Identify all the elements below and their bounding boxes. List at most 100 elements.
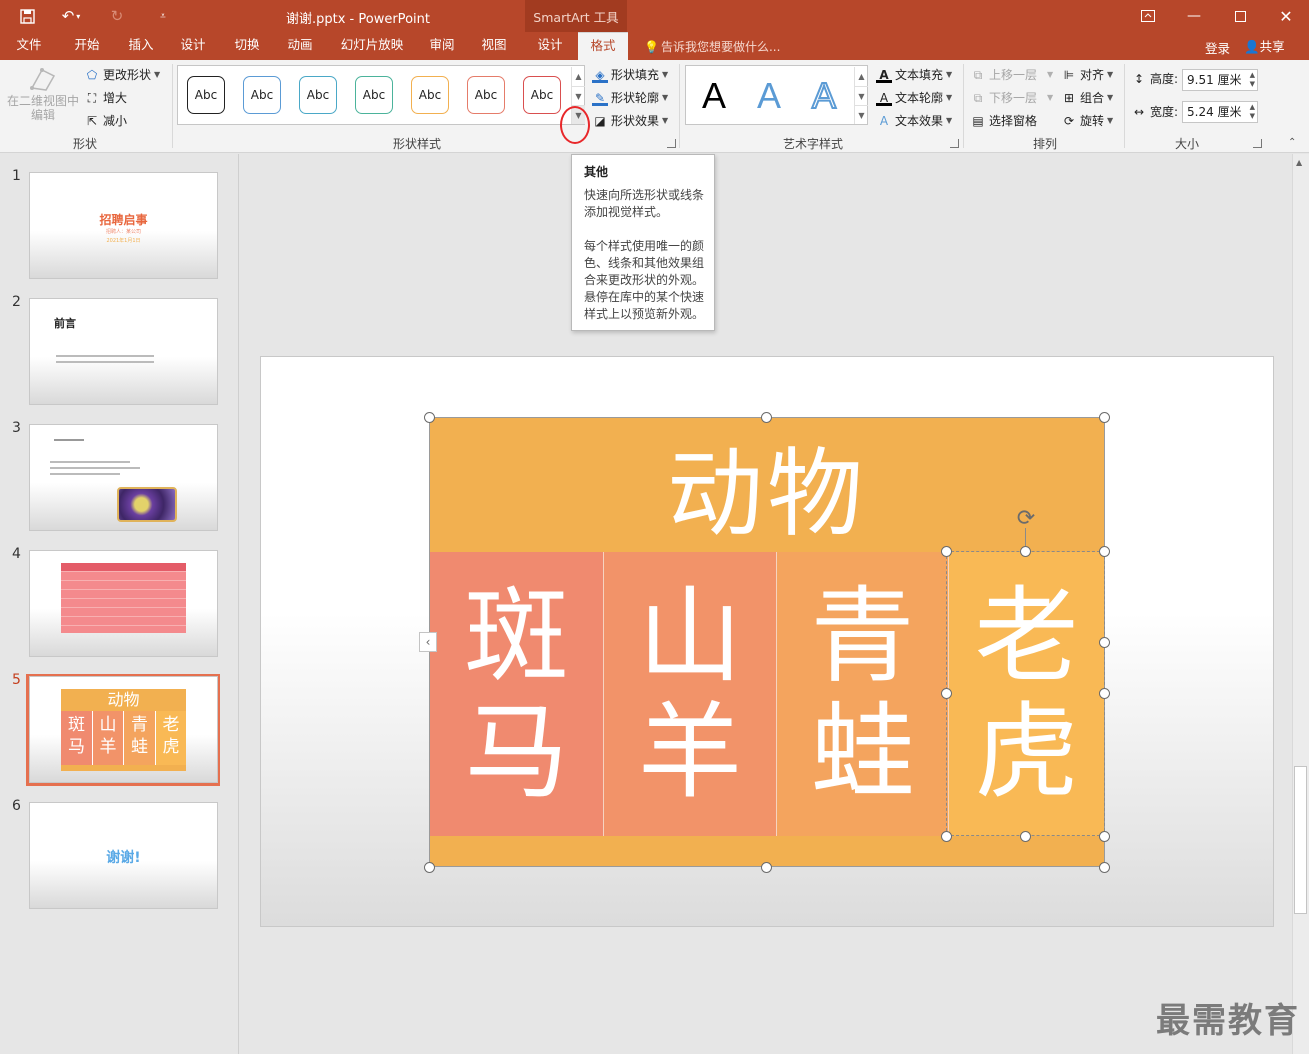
wordart-scroll-down-icon[interactable]: ▼	[854, 86, 868, 105]
resize-handle[interactable]	[1099, 412, 1110, 423]
resize-handle[interactable]	[424, 412, 435, 423]
align-button[interactable]: ⊫ 对齐 ▼	[1061, 66, 1113, 83]
tab-animations[interactable]: 动画	[279, 32, 321, 60]
size-launcher-icon[interactable]	[1253, 139, 1262, 148]
size-group-label: 大小	[1174, 137, 1199, 151]
shape-effects-label: 形状效果	[611, 114, 660, 128]
larger-button[interactable]: ⛶ 增大	[84, 89, 127, 106]
shape-resize-handle[interactable]	[1099, 546, 1110, 557]
tab-file[interactable]: 文件	[8, 32, 50, 60]
resize-handle[interactable]	[424, 862, 435, 873]
bring-forward-button[interactable]: ⧉ 上移一层 ▼	[970, 66, 1053, 83]
shape-style-3[interactable]: Abc	[299, 76, 337, 114]
share-button[interactable]: 👤共享	[1244, 36, 1285, 55]
slide-thumbnail-2[interactable]: 前言	[29, 298, 218, 405]
text-pane-toggle-icon[interactable]: ‹	[419, 632, 437, 652]
tab-home[interactable]: 开始	[66, 32, 108, 60]
rotate-handle-icon[interactable]: ⟳	[1013, 506, 1039, 532]
scroll-up-icon[interactable]: ▲	[1296, 158, 1302, 167]
shape-resize-handle[interactable]	[1099, 688, 1110, 699]
slide-thumbnail-3[interactable]	[29, 424, 218, 531]
text-fill-button[interactable]: A 文本填充 ▼	[876, 66, 952, 83]
collapse-ribbon-icon[interactable]: ⌃	[1288, 137, 1296, 148]
slide-thumbnail-4[interactable]	[29, 550, 218, 657]
tab-transitions[interactable]: 切换	[226, 32, 268, 60]
selection-pane-button[interactable]: ▤ 选择窗格	[970, 112, 1037, 129]
gallery-scroll-up-icon[interactable]: ▲	[571, 67, 585, 86]
wordart-style-3[interactable]: A	[804, 74, 844, 117]
undo-icon[interactable]: ↶ ▾	[58, 4, 84, 28]
tab-review[interactable]: 审阅	[421, 32, 463, 60]
resize-handle[interactable]	[1099, 862, 1110, 873]
change-shape-button[interactable]: ⬠ 更改形状 ▼	[84, 66, 160, 83]
tab-smartart-design[interactable]: 设计	[529, 32, 571, 60]
wordart-group-label: 艺术字样式	[782, 137, 843, 151]
wordart-scroll-up-icon[interactable]: ▲	[854, 67, 868, 86]
slide-thumbnail-6[interactable]: 谢谢!	[29, 802, 218, 909]
shape-styles-launcher-icon[interactable]	[667, 139, 676, 148]
shape-resize-handle[interactable]	[941, 688, 952, 699]
shape-style-4[interactable]: Abc	[355, 76, 393, 114]
height-input[interactable]: 9.51 厘米 ▲ ▼	[1182, 69, 1258, 91]
height-label-wrap: ↕ 高度:	[1131, 70, 1178, 87]
tell-me-box[interactable]: 💡 告诉我您想要做什么...	[644, 38, 780, 55]
text-effects-button[interactable]: A 文本效果 ▼	[876, 112, 952, 129]
resize-handle[interactable]	[761, 862, 772, 873]
customize-quick-access-icon[interactable]: ⩡	[150, 4, 176, 28]
slide-thumbnail-1[interactable]: 招聘启事 招聘人：某公司 2021年1月1日	[29, 172, 218, 279]
maximize-icon[interactable]	[1217, 0, 1263, 32]
vertical-scrollbar[interactable]: ▲	[1292, 154, 1309, 1054]
tab-view[interactable]: 视图	[473, 32, 515, 60]
smartart-cell-frog[interactable]: 青 蛙	[776, 552, 948, 836]
text-outline-button[interactable]: A 文本轮廓 ▼	[876, 89, 952, 106]
shape-resize-handle[interactable]	[1020, 831, 1031, 842]
shape-style-6[interactable]: Abc	[467, 76, 505, 114]
shape-style-2[interactable]: Abc	[243, 76, 281, 114]
tab-insert[interactable]: 插入	[120, 32, 162, 60]
smartart-header-shape[interactable]: 动物	[430, 418, 1104, 552]
login-link[interactable]: 登录	[1205, 38, 1230, 57]
edit-in-2d-button[interactable]: 在二维视图中编辑	[6, 64, 80, 128]
wordart-more-icon[interactable]: ▼	[854, 105, 868, 124]
resize-handle[interactable]	[1099, 637, 1110, 648]
resize-handle[interactable]	[761, 412, 772, 423]
shape-styles-gallery[interactable]: Abc Abc Abc Abc Abc Abc Abc ▲ ▼ ▼	[177, 65, 585, 125]
redo-icon[interactable]: ↻	[104, 4, 130, 28]
width-spinner-icon[interactable]: ▲ ▼	[1250, 103, 1255, 121]
smartart-cell-zebra[interactable]: 斑 马	[430, 552, 603, 836]
vertical-scrollbar-thumb[interactable]	[1294, 766, 1307, 914]
shape-resize-handle[interactable]	[941, 546, 952, 557]
smartart-cell-goat[interactable]: 山 羊	[603, 552, 776, 836]
wordart-styles-gallery[interactable]: A A A ▲ ▼ ▼	[685, 65, 868, 125]
shape-effects-button[interactable]: ◪ 形状效果 ▼	[592, 112, 668, 129]
thumb-number: 1	[12, 168, 21, 184]
enlarge-icon: ⛶	[87, 90, 97, 105]
slide-thumbnail-5[interactable]: 动物 斑马 山羊 青蛙 老虎	[29, 676, 218, 783]
ribbon-display-options-icon[interactable]	[1125, 0, 1171, 32]
shape-fill-button[interactable]: ◈ 形状填充 ▼	[592, 66, 668, 83]
shape-resize-handle[interactable]	[941, 831, 952, 842]
tab-slideshow[interactable]: 幻灯片放映	[332, 32, 412, 60]
shape-resize-handle[interactable]	[1099, 831, 1110, 842]
width-input[interactable]: 5.24 厘米 ▲ ▼	[1182, 101, 1258, 123]
watermark-text: 最需教育	[1156, 1001, 1300, 1041]
smaller-button[interactable]: ⇱ 减小	[84, 112, 127, 129]
tab-smartart-format[interactable]: 格式	[578, 32, 628, 60]
gallery-scroll-down-icon[interactable]: ▼	[571, 86, 585, 105]
tab-design[interactable]: 设计	[172, 32, 214, 60]
wordart-style-2[interactable]: A	[749, 75, 789, 116]
shape-style-7[interactable]: Abc	[523, 76, 561, 114]
height-spinner-icon[interactable]: ▲ ▼	[1250, 71, 1255, 89]
shape-resize-handle[interactable]	[1020, 546, 1031, 557]
save-icon[interactable]	[14, 4, 40, 28]
shape-outline-button[interactable]: ✎ 形状轮廓 ▼	[592, 89, 668, 106]
close-icon[interactable]: ✕	[1263, 0, 1309, 32]
send-backward-button[interactable]: ⧉ 下移一层 ▼	[970, 89, 1053, 106]
wordart-style-1[interactable]: A	[694, 75, 734, 116]
minimize-icon[interactable]: —	[1171, 0, 1217, 32]
wordart-launcher-icon[interactable]	[950, 139, 959, 148]
shape-style-1[interactable]: Abc	[187, 76, 225, 114]
group-button[interactable]: ⊞ 组合 ▼	[1061, 89, 1113, 106]
rotate-button[interactable]: ⟳ 旋转 ▼	[1061, 112, 1113, 129]
shape-style-5[interactable]: Abc	[411, 76, 449, 114]
